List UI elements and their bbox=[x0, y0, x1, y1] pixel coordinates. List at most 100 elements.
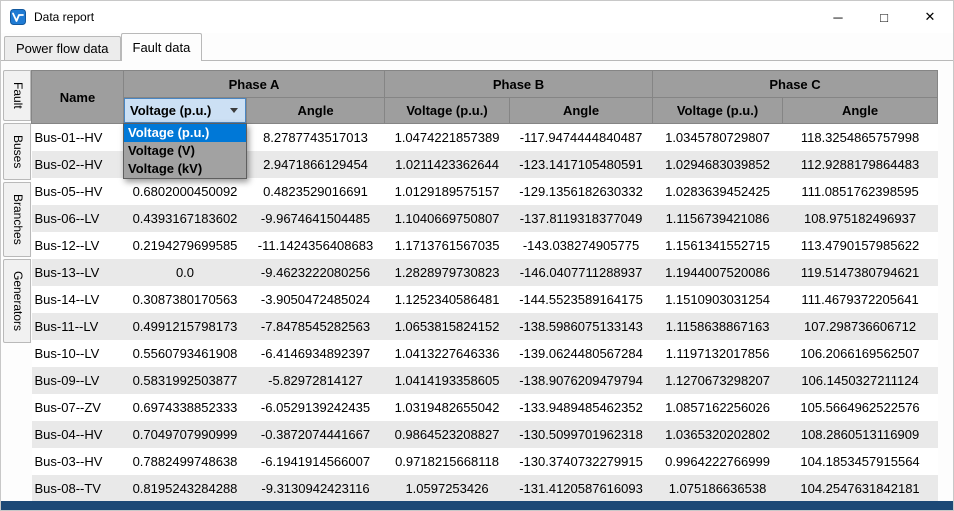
value-cell[interactable]: 111.0851762398595 bbox=[783, 178, 938, 205]
value-cell[interactable]: -139.0624480567284 bbox=[510, 340, 653, 367]
value-cell[interactable]: 1.1270673298207 bbox=[653, 367, 783, 394]
value-cell[interactable]: 1.0413227646336 bbox=[385, 340, 510, 367]
value-cell[interactable]: -130.3740732279915 bbox=[510, 448, 653, 475]
value-cell[interactable]: -9.4623222080256 bbox=[247, 259, 385, 286]
value-cell[interactable]: -6.1941914566007 bbox=[247, 448, 385, 475]
value-cell[interactable]: 0.6974338852333 bbox=[124, 394, 247, 421]
value-cell[interactable]: 0.5560793461908 bbox=[124, 340, 247, 367]
value-cell[interactable]: 0.7049707990999 bbox=[124, 421, 247, 448]
value-cell[interactable]: -0.3872074441667 bbox=[247, 421, 385, 448]
value-cell[interactable]: 1.1713761567035 bbox=[385, 232, 510, 259]
value-cell[interactable]: 0.4823529016691 bbox=[247, 178, 385, 205]
value-cell[interactable]: 1.0414193358605 bbox=[385, 367, 510, 394]
value-cell[interactable]: 1.1252340586481 bbox=[385, 286, 510, 313]
value-cell[interactable]: -137.8119318377049 bbox=[510, 205, 653, 232]
tab-fault-data[interactable]: Fault data bbox=[120, 33, 203, 61]
value-cell[interactable]: 1.1561341552715 bbox=[653, 232, 783, 259]
value-cell[interactable]: 112.9288179864483 bbox=[783, 151, 938, 178]
value-cell[interactable]: -6.4146934892397 bbox=[247, 340, 385, 367]
bus-name-cell[interactable]: Bus-10--LV bbox=[32, 340, 124, 367]
value-cell[interactable]: 108.2860513116909 bbox=[783, 421, 938, 448]
bus-name-cell[interactable]: Bus-05--HV bbox=[32, 178, 124, 205]
value-cell[interactable]: 0.7882499748638 bbox=[124, 448, 247, 475]
value-cell[interactable]: -9.9674641504485 bbox=[247, 205, 385, 232]
value-cell[interactable]: -130.5099701962318 bbox=[510, 421, 653, 448]
value-cell[interactable]: -3.9050472485024 bbox=[247, 286, 385, 313]
value-cell[interactable]: 1.0597253426 bbox=[385, 475, 510, 502]
value-cell[interactable]: 0.0 bbox=[124, 259, 247, 286]
bus-name-cell[interactable]: Bus-12--LV bbox=[32, 232, 124, 259]
value-cell[interactable]: 1.1156739421086 bbox=[653, 205, 783, 232]
dropdown-option-voltage-pu[interactable]: Voltage (p.u.) bbox=[124, 124, 246, 142]
value-cell[interactable]: 1.1040669750807 bbox=[385, 205, 510, 232]
value-cell[interactable]: 0.9718215668118 bbox=[385, 448, 510, 475]
value-cell[interactable]: 111.4679372205641 bbox=[783, 286, 938, 313]
value-cell[interactable]: 119.5147380794621 bbox=[783, 259, 938, 286]
value-cell[interactable]: 104.1853457915564 bbox=[783, 448, 938, 475]
value-cell[interactable]: 113.4790157985622 bbox=[783, 232, 938, 259]
bus-name-cell[interactable]: Bus-14--LV bbox=[32, 286, 124, 313]
dropdown-option-voltage-v[interactable]: Voltage (V) bbox=[124, 142, 246, 160]
minimize-button[interactable]: ─ bbox=[815, 1, 861, 33]
value-cell[interactable]: 104.2547631842181 bbox=[783, 475, 938, 502]
value-cell[interactable]: 1.1158638867163 bbox=[653, 313, 783, 340]
side-tab-branches[interactable]: Branches bbox=[3, 182, 31, 257]
value-cell[interactable]: 106.2066169562507 bbox=[783, 340, 938, 367]
value-cell[interactable]: -146.0407711288937 bbox=[510, 259, 653, 286]
side-tab-buses[interactable]: Buses bbox=[3, 122, 31, 181]
value-cell[interactable]: 1.0211423362644 bbox=[385, 151, 510, 178]
bus-name-cell[interactable]: Bus-02--HV bbox=[32, 151, 124, 178]
value-cell[interactable]: 1.0345780729807 bbox=[653, 124, 783, 151]
tab-power-flow-data[interactable]: Power flow data bbox=[4, 36, 121, 60]
value-cell[interactable]: 0.9964222766999 bbox=[653, 448, 783, 475]
value-cell[interactable]: 1.0857162256026 bbox=[653, 394, 783, 421]
value-cell[interactable]: 1.075186636538 bbox=[653, 475, 783, 502]
bus-name-cell[interactable]: Bus-06--LV bbox=[32, 205, 124, 232]
voltage-unit-combobox[interactable]: Voltage (p.u.) bbox=[124, 98, 246, 123]
value-cell[interactable]: 108.975182496937 bbox=[783, 205, 938, 232]
value-cell[interactable]: 1.1944007520086 bbox=[653, 259, 783, 286]
value-cell[interactable]: 106.1450327211124 bbox=[783, 367, 938, 394]
value-cell[interactable]: 0.9864523208827 bbox=[385, 421, 510, 448]
value-cell[interactable]: -123.1417105480591 bbox=[510, 151, 653, 178]
value-cell[interactable]: -144.5523589164175 bbox=[510, 286, 653, 313]
value-cell[interactable]: 0.2194279699585 bbox=[124, 232, 247, 259]
close-button[interactable]: ✕ bbox=[907, 1, 953, 33]
value-cell[interactable]: -143.038274905775 bbox=[510, 232, 653, 259]
value-cell[interactable]: -11.1424356408683 bbox=[247, 232, 385, 259]
bus-name-cell[interactable]: Bus-09--LV bbox=[32, 367, 124, 394]
value-cell[interactable]: 1.2828979730823 bbox=[385, 259, 510, 286]
value-cell[interactable]: 1.1510903031254 bbox=[653, 286, 783, 313]
side-tab-generators[interactable]: Generators bbox=[3, 258, 31, 343]
value-cell[interactable]: 1.1197132017856 bbox=[653, 340, 783, 367]
value-cell[interactable]: 2.9471866129454 bbox=[247, 151, 385, 178]
bus-name-cell[interactable]: Bus-07--ZV bbox=[32, 394, 124, 421]
value-cell[interactable]: 1.0294683039852 bbox=[653, 151, 783, 178]
value-cell[interactable]: 0.4393167183602 bbox=[124, 205, 247, 232]
value-cell[interactable]: -117.9474444840487 bbox=[510, 124, 653, 151]
value-cell[interactable]: 0.5831992503877 bbox=[124, 367, 247, 394]
value-cell[interactable]: 105.5664962522576 bbox=[783, 394, 938, 421]
bus-name-cell[interactable]: Bus-04--HV bbox=[32, 421, 124, 448]
side-tab-fault[interactable]: Fault bbox=[3, 70, 31, 121]
value-cell[interactable]: -131.4120587616093 bbox=[510, 475, 653, 502]
value-cell[interactable]: -133.9489485462352 bbox=[510, 394, 653, 421]
bus-name-cell[interactable]: Bus-01--HV bbox=[32, 124, 124, 151]
value-cell[interactable]: 1.0474221857389 bbox=[385, 124, 510, 151]
value-cell[interactable]: -6.0529139242435 bbox=[247, 394, 385, 421]
bus-name-cell[interactable]: Bus-11--LV bbox=[32, 313, 124, 340]
value-cell[interactable]: 0.4991215798173 bbox=[124, 313, 247, 340]
value-cell[interactable]: 1.0319482655042 bbox=[385, 394, 510, 421]
value-cell[interactable]: -138.9076209479794 bbox=[510, 367, 653, 394]
value-cell[interactable]: 1.0283639452425 bbox=[653, 178, 783, 205]
value-cell[interactable]: 0.8195243284288 bbox=[124, 475, 247, 502]
dropdown-option-voltage-kv[interactable]: Voltage (kV) bbox=[124, 160, 246, 178]
value-cell[interactable]: 8.2787743517013 bbox=[247, 124, 385, 151]
value-cell[interactable]: -138.5986075133143 bbox=[510, 313, 653, 340]
bus-name-cell[interactable]: Bus-13--LV bbox=[32, 259, 124, 286]
value-cell[interactable]: 1.0129189575157 bbox=[385, 178, 510, 205]
value-cell[interactable]: -7.8478545282563 bbox=[247, 313, 385, 340]
value-cell[interactable]: -5.82972814127 bbox=[247, 367, 385, 394]
value-cell[interactable]: 0.3087380170563 bbox=[124, 286, 247, 313]
bus-name-cell[interactable]: Bus-08--TV bbox=[32, 475, 124, 502]
